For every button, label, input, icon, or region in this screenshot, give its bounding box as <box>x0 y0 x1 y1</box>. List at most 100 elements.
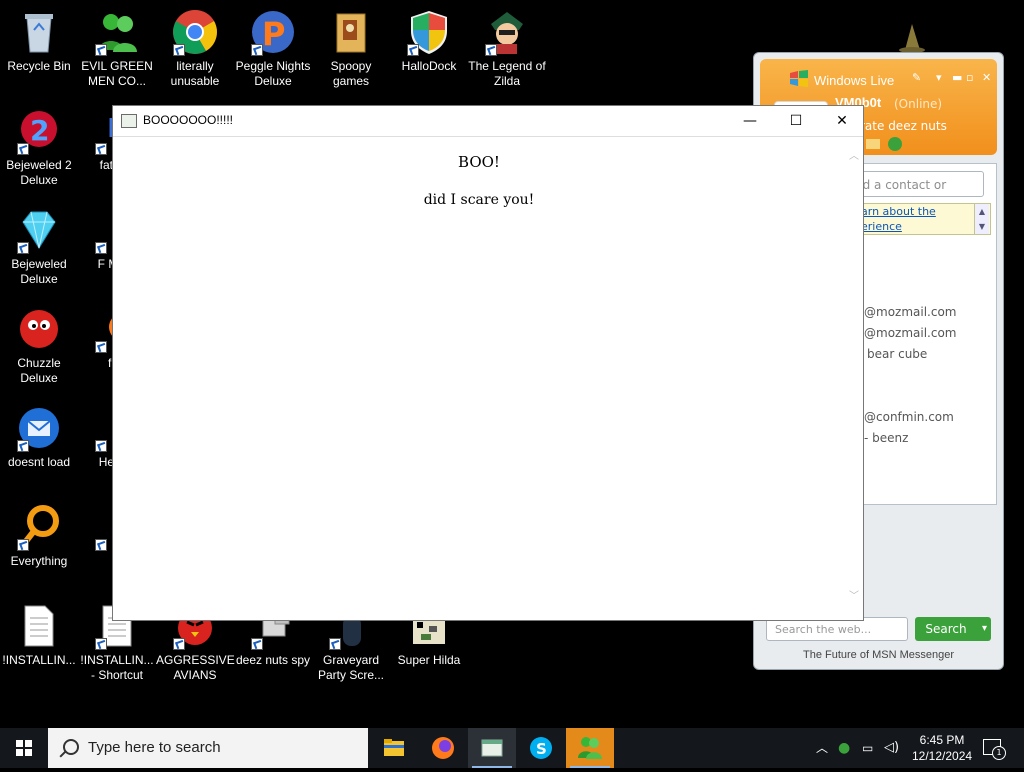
taskbar-search-box[interactable]: Type here to search <box>48 728 368 768</box>
contact-item[interactable]: @mozmail.com <box>864 326 956 340</box>
diamond-gem-icon <box>15 206 63 254</box>
taskbar-firefox[interactable] <box>419 728 467 768</box>
msn-status[interactable]: (Online) <box>894 97 942 111</box>
desktop-icon-spoopy-games[interactable]: Spoopy games <box>312 8 390 89</box>
shortcut-arrow-icon <box>485 44 497 56</box>
desktop-icon-label: !INSTALLIN... - Shortcut <box>80 653 154 682</box>
taskbar-clock[interactable]: 6:45 PM 12/12/2024 <box>912 732 972 764</box>
shortcut-arrow-icon <box>407 44 419 56</box>
msn-title: Windows Live <box>814 73 895 88</box>
shortcut-arrow-icon <box>95 638 107 650</box>
windows-logo-icon <box>16 740 32 756</box>
msn-buddies-icon <box>578 737 602 759</box>
shortcut-arrow-icon <box>95 143 107 155</box>
desktop-icon-label: Everything <box>10 554 68 568</box>
notification-center-icon[interactable]: 1 <box>983 739 1006 760</box>
popup-heading: BOO! <box>458 153 500 171</box>
zilda-character-icon <box>483 8 531 56</box>
contact-item[interactable]: @confmin.com <box>864 410 954 424</box>
close-button[interactable]: ✕ <box>819 106 865 136</box>
msn-personal-message[interactable]: rate deez nuts <box>860 119 947 133</box>
msn-footer: The Future of MSN Messenger <box>802 649 954 661</box>
network-icon[interactable]: ▭ <box>862 728 873 768</box>
shortcut-arrow-icon <box>17 242 29 254</box>
desktop-icon-peggle-nights[interactable]: P Peggle Nights Deluxe <box>234 8 312 89</box>
wizard-hat-icon <box>897 20 927 53</box>
msn-spaces-icon[interactable] <box>888 137 902 151</box>
desktop-icon-label: Bejeweled 2 Deluxe <box>6 158 72 187</box>
msn-maximize-button[interactable]: ▫ <box>966 71 973 84</box>
banner-line[interactable]: erience <box>861 220 902 233</box>
desktop-icon-literally-unusable[interactable]: literally unusable <box>156 8 234 89</box>
taskbar: Type here to search S ︿ ● ▭ ◁) 6:45 PM 1… <box>0 728 1024 768</box>
desktop-icon-label: Recycle Bin <box>7 59 71 73</box>
desktop-icon-label: The Legend of Zilda <box>468 59 546 88</box>
shortcut-arrow-icon <box>173 638 185 650</box>
text-document-icon <box>15 602 63 650</box>
desktop-icon-label: Spoopy games <box>330 59 372 88</box>
boo-popup-window[interactable]: BOOOOOOO!!!!! — ☐ ✕ BOO! did I scare you… <box>112 105 864 621</box>
shortcut-arrow-icon <box>329 638 341 650</box>
popup-titlebar[interactable]: BOOOOOOO!!!!! — ☐ ✕ <box>113 106 863 137</box>
windows-shield-icon <box>405 8 453 56</box>
shortcut-arrow-icon <box>95 539 107 551</box>
volume-icon[interactable]: ◁) <box>884 728 899 768</box>
msn-info-banner[interactable]: arn about the erience <box>854 203 991 235</box>
contact-search-input[interactable]: nd a contact or numbe <box>848 171 984 218</box>
shortcut-arrow-icon <box>95 242 107 254</box>
chevron-up-icon[interactable]: ︿ <box>816 728 828 768</box>
desktop-icon-doesnt-load[interactable]: doesnt load <box>0 404 78 470</box>
contact-item[interactable]: - beenz <box>864 431 908 445</box>
contact-item[interactable]: @mozmail.com <box>864 305 956 319</box>
taskbar-msn-messenger[interactable] <box>566 728 614 768</box>
start-button[interactable] <box>0 728 48 768</box>
web-search-button[interactable]: Search ▾ <box>915 617 991 641</box>
shortcut-arrow-icon <box>251 638 263 650</box>
desktop-icon-label: Peggle Nights Deluxe <box>235 59 311 88</box>
desktop-icon-legend-of-zilda[interactable]: The Legend of Zilda <box>468 8 546 89</box>
msn-options-icon[interactable]: ✎ <box>912 71 921 84</box>
svg-text:2: 2 <box>30 114 49 147</box>
svg-text:S: S <box>536 740 547 758</box>
contact-item[interactable]: bear cube <box>867 347 927 361</box>
chevron-down-icon[interactable]: ▾ <box>982 617 987 641</box>
desktop-icon-bejeweled-2[interactable]: 2 Bejeweled 2 Deluxe <box>0 107 78 188</box>
desktop-icon-chuzzle-deluxe[interactable]: Chuzzle Deluxe <box>0 305 78 386</box>
vertical-scrollbar[interactable]: ︿ ﹀ <box>845 137 863 620</box>
msn-tray-icon[interactable]: ● <box>838 728 850 768</box>
chuzzle-icon <box>15 305 63 353</box>
desktop-icon-bejeweled-deluxe[interactable]: Bejeweled Deluxe <box>0 206 78 287</box>
desktop-icon-hallodock[interactable]: HalloDock <box>390 8 468 74</box>
app-window-icon <box>121 114 137 128</box>
banner-scrollbar[interactable]: ▲ ▼ <box>974 204 989 234</box>
folder-icon <box>327 8 375 56</box>
desktop-icon-label: Chuzzle Deluxe <box>17 356 61 385</box>
popup-content: BOO! did I scare you! <box>113 137 845 620</box>
shortcut-arrow-icon <box>95 440 107 452</box>
taskbar-boo-window[interactable] <box>468 728 516 768</box>
desktop-icon-label: doesnt load <box>7 455 71 469</box>
chevron-up-icon[interactable]: ︿ <box>848 151 860 163</box>
desktop-icon-evil-green-men[interactable]: EVIL GREEN MEN CO... <box>78 8 156 89</box>
desktop-icon-everything[interactable]: Everything <box>0 503 78 569</box>
chevron-down-icon[interactable]: ﹀ <box>848 591 860 603</box>
banner-line[interactable]: arn about the <box>861 205 936 218</box>
app-window-icon <box>481 739 503 757</box>
taskbar-skype[interactable]: S <box>517 728 565 768</box>
msn-mail-icon[interactable] <box>866 139 880 149</box>
msn-close-button[interactable]: ✕ <box>982 71 991 84</box>
everything-search-icon <box>15 503 63 551</box>
desktop-icon-installing[interactable]: !INSTALLIN... <box>0 602 78 668</box>
search-button-label: Search <box>925 622 967 636</box>
peggle-icon: P <box>249 8 297 56</box>
desktop-icon-recycle-bin[interactable]: Recycle Bin <box>0 8 78 74</box>
maximize-button[interactable]: ☐ <box>773 106 819 136</box>
recycle-bin-icon <box>15 8 63 56</box>
msn-dropdown-icon[interactable]: ▾ <box>936 71 942 84</box>
desktop-icon-label: Super Hilda <box>397 653 461 667</box>
minimize-button[interactable]: — <box>727 106 773 136</box>
msn-minimize-button[interactable]: ▬ <box>952 71 962 84</box>
notification-count: 1 <box>992 746 1006 760</box>
shortcut-arrow-icon <box>173 44 185 56</box>
taskbar-file-explorer[interactable] <box>370 728 418 768</box>
